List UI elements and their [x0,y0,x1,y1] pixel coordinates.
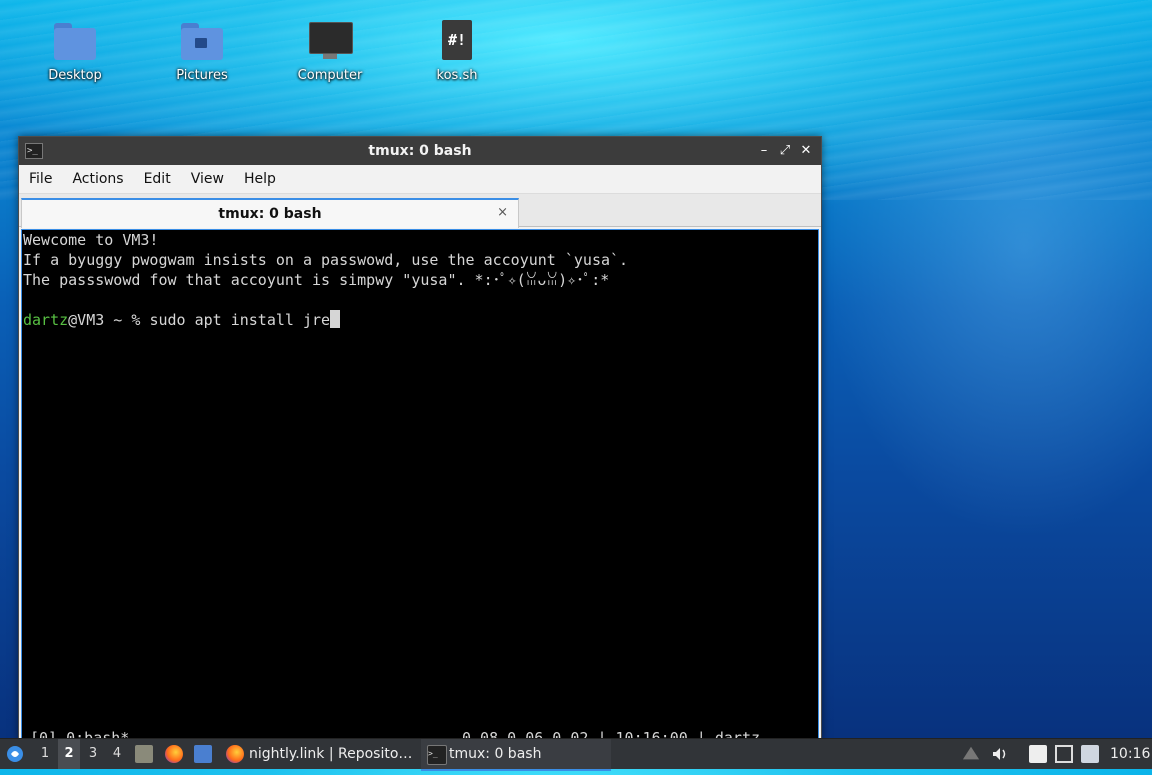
folder-icon [54,20,96,62]
terminal-window: >_ tmux: 0 bash – ⤢ ✕ File Actions Edit … [18,136,822,740]
workspace-3[interactable]: 3 [82,739,104,769]
pictures-folder-icon [181,20,223,62]
task-terminal[interactable]: >_ tmux: 0 bash [421,739,611,771]
terminal-line: The passswowd fow that accoyunt is simpw… [23,271,610,289]
desktop-icon-computer[interactable]: Computer [282,20,378,83]
menu-view[interactable]: View [191,171,224,187]
menu-help[interactable]: Help [244,171,276,187]
window-titlebar[interactable]: >_ tmux: 0 bash – ⤢ ✕ [19,137,821,165]
terminal-area[interactable]: Wewcome to VM3! If a byuggy pwogwam insi… [21,229,819,740]
desktop-icon-kos-sh[interactable]: #! kos.sh [409,20,505,83]
start-menu-icon [7,746,23,762]
terminal-line: Wewcome to VM3! [23,231,159,249]
workspace-2[interactable]: 2 [58,739,80,769]
firefox-icon [226,745,244,763]
workspace-1[interactable]: 1 [34,739,56,769]
task-label: tmux: 0 bash [449,746,542,762]
firefox-launcher-icon[interactable] [165,745,183,763]
show-desktop-icon[interactable] [194,745,212,763]
desktop-icon-pictures[interactable]: Pictures [154,20,250,83]
text-cursor [330,310,341,328]
tab-tmux-bash[interactable]: tmux: 0 bash × [21,198,519,228]
taskbar: 1 2 3 4 nightly.link | Reposito… >_ tmux… [0,738,1152,771]
files-launcher-icon[interactable] [135,745,153,763]
clock[interactable]: 10:16 [1110,739,1150,769]
desktop-icon-desktop[interactable]: Desktop [27,20,123,83]
tray-arrow-icon[interactable] [962,746,980,760]
tab-strip: tmux: 0 bash × [19,194,821,228]
command-text: sudo apt install jre [149,311,331,329]
wallpaper-glow [820,120,1152,540]
prompt-user: dartz [23,311,69,329]
prompt-host: @VM3 ~ % [68,311,150,329]
tab-close-icon[interactable]: × [497,205,508,220]
menu-file[interactable]: File [29,171,52,187]
menu-edit[interactable]: Edit [144,171,171,187]
notification-icon[interactable] [1081,745,1099,763]
workspace-4[interactable]: 4 [106,739,128,769]
maximize-button[interactable]: ⤢ [776,142,794,160]
task-label: nightly.link | Reposito… [249,746,413,762]
close-button[interactable]: ✕ [797,142,815,160]
desktop-icon-label: kos.sh [436,68,478,83]
tab-label: tmux: 0 bash [218,206,322,222]
prompt-line: dartz@VM3 ~ % sudo apt install jre [22,310,818,330]
app-menu-button[interactable] [5,739,27,769]
terminal-line: If a byuggy pwogwam insists on a passwow… [23,251,629,269]
clipboard-icon[interactable] [1029,745,1047,763]
menu-bar: File Actions Edit View Help [19,165,821,194]
desktop-icon-label: Desktop [48,68,102,83]
menu-actions[interactable]: Actions [72,171,123,187]
volume-icon[interactable] [991,745,1009,763]
terminal-icon: >_ [427,745,447,765]
desktop-icon-label: Computer [297,68,363,83]
computer-icon [309,20,353,62]
network-icon[interactable] [1055,745,1073,763]
desktop-icon-label: Pictures [176,68,228,83]
shell-script-icon: #! [436,20,478,62]
task-firefox[interactable]: nightly.link | Reposito… [224,739,414,769]
window-title: tmux: 0 bash [368,143,472,159]
minimize-button[interactable]: – [755,142,773,160]
